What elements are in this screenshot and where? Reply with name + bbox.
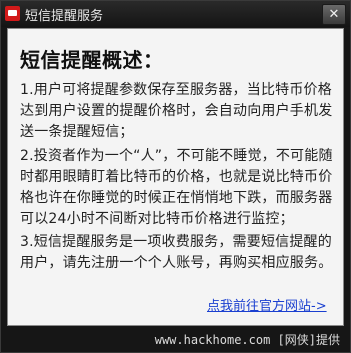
paragraph-1: 1.用户可将提醒参数保存至服务器，当比特币价格达到用户设置的提醒价格时，会自动向… xyxy=(20,82,333,140)
sms-app-icon xyxy=(5,6,20,21)
close-icon: ✕ xyxy=(328,7,340,22)
overview-heading: 短信提醒概述： xyxy=(20,48,164,72)
sms-reminder-window: 短信提醒服务 ✕ 短信提醒概述： 1.用户可将提醒参数保存至服务器，当比特币价格… xyxy=(0,0,351,353)
title-bar[interactable]: 短信提醒服务 ✕ xyxy=(1,1,350,27)
watermark-text: www.hackhome.com [网侠]提供 xyxy=(154,333,340,347)
close-button[interactable]: ✕ xyxy=(322,4,346,25)
paragraph-3: 3.短信提醒服务是一项收费服务，需要短信提醒的用户，请先注册一个个人账号，再购买… xyxy=(20,234,333,271)
content-panel: 短信提醒概述： 1.用户可将提醒参数保存至服务器，当比特币价格达到用户设置的提醒… xyxy=(7,28,344,326)
paragraph-2: 2.投资者作为一个“人”，不可能不睡觉，不可能随时都用眼睛盯着比特币的价格，也就… xyxy=(20,148,333,227)
window-title: 短信提醒服务 xyxy=(25,9,104,24)
footer-bar: www.hackhome.com [网侠]提供 xyxy=(7,328,344,350)
official-website-link[interactable]: 点我前往官方网站-> xyxy=(207,295,327,314)
